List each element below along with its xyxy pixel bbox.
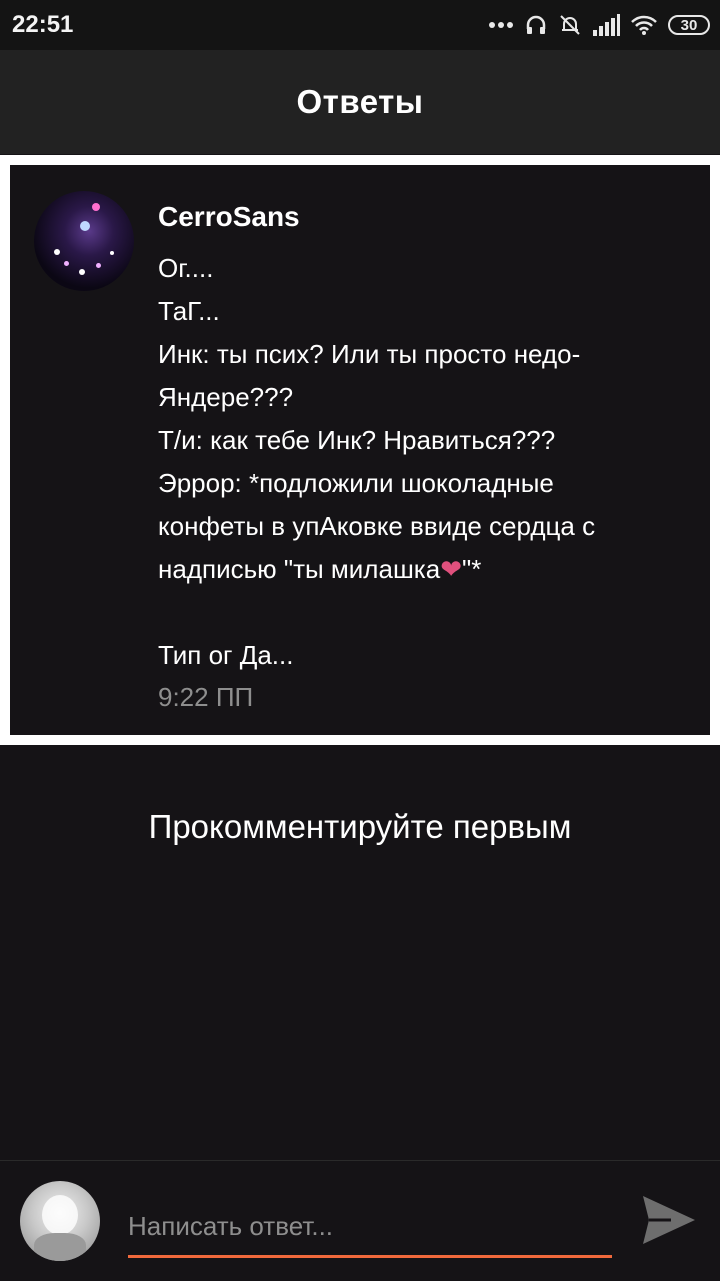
message-line: надписью "ты милашка❤"* — [158, 548, 698, 591]
post-timestamp: 9:22 ПП — [158, 682, 254, 712]
message-line: Т/и: как тебе Инк? Нравиться??? — [158, 425, 556, 455]
app-bar: Ответы — [0, 50, 720, 154]
avatar-body — [34, 1233, 86, 1261]
empty-state-text: Прокомментируйте первым — [148, 808, 572, 845]
avatar-sparkle — [92, 203, 100, 211]
message-line: Яндере??? — [158, 382, 294, 412]
avatar-sparkle — [64, 261, 69, 266]
message-line: Ог.... — [158, 253, 214, 283]
author-avatar[interactable] — [34, 191, 134, 291]
message-line-text: надписью "ты милашка — [158, 554, 441, 584]
heart-emoji-icon: ❤ — [440, 554, 463, 584]
headphones-icon — [524, 13, 548, 37]
reply-bar — [0, 1160, 720, 1281]
message-line: Эррор: *подложили шоколадные — [158, 468, 554, 498]
more-dots-icon — [488, 21, 514, 29]
status-bar: 22:51 30 — [0, 0, 720, 50]
avatar-face — [42, 1195, 78, 1235]
status-time: 22:51 — [12, 11, 74, 38]
post-frame: CerroSans Ог.... ТаГ... Инк: ты псих? Или … — [0, 155, 720, 745]
post-card: CerroSans Ог.... ТаГ... Инк: ты псих? Или … — [10, 165, 710, 735]
avatar-sparkle — [110, 251, 114, 255]
page-title: Ответы — [296, 83, 424, 120]
message-line: конфеты в упАковке ввиде сердца с — [158, 511, 596, 541]
status-icons: 30 — [488, 10, 710, 40]
avatar-sparkle — [54, 249, 60, 255]
bell-muted-icon — [558, 13, 582, 37]
avatar-sparkle — [79, 269, 85, 275]
wifi-icon — [630, 14, 658, 36]
avatar-sparkle — [80, 221, 90, 231]
avatar-sparkle — [96, 263, 101, 268]
message-line-end: "* — [462, 554, 482, 584]
post-body: CerroSans Ог.... ТаГ... Инк: ты псих? Или … — [158, 201, 698, 717]
message-line: Тип ог Да... — [158, 640, 294, 670]
battery-icon: 30 — [668, 15, 710, 35]
send-button[interactable] — [640, 1192, 698, 1248]
signal-icon — [592, 14, 620, 36]
author-name[interactable]: CerroSans — [158, 201, 698, 233]
message-text: Ог.... ТаГ... Инк: ты псих? Или ты просто … — [158, 247, 698, 677]
send-icon — [643, 1196, 695, 1244]
message-line: Инк: ты псих? Или ты просто недо- — [158, 339, 581, 369]
message-line: ТаГ... — [158, 296, 220, 326]
reply-input[interactable] — [128, 1197, 612, 1258]
user-avatar[interactable] — [20, 1181, 100, 1261]
